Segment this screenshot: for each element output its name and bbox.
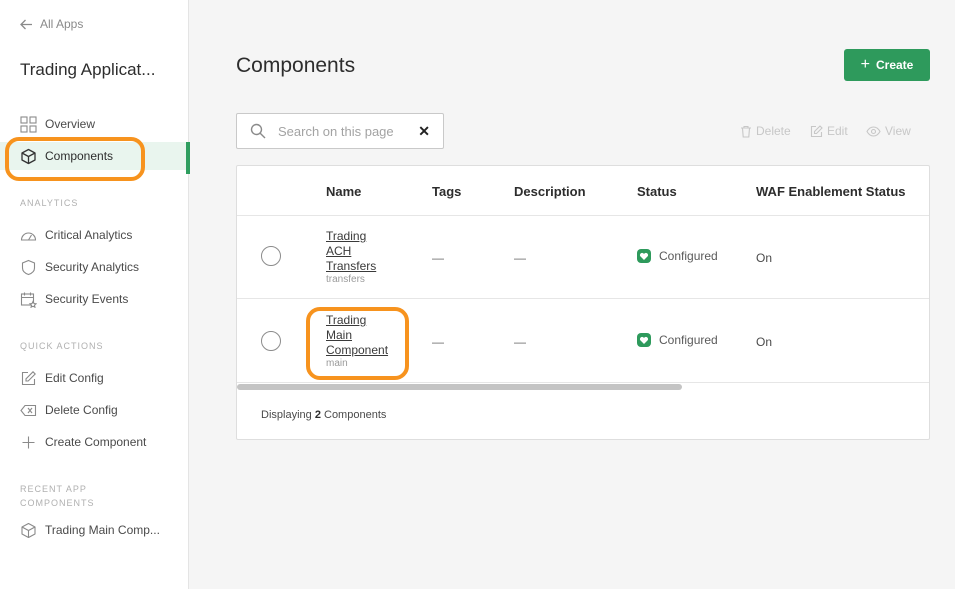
heart-shield-icon <box>637 333 651 347</box>
sidebar-item-label: Security Events <box>45 292 129 306</box>
shield-icon <box>21 259 36 275</box>
sidebar-item-label: Edit Config <box>45 371 104 385</box>
create-button-label: Create <box>875 58 914 72</box>
sidebar-item-security-events[interactable]: Security Events <box>0 285 189 313</box>
edit-action[interactable]: Edit <box>810 124 848 138</box>
plus-icon <box>22 436 35 448</box>
app-title: Trading Applicat... <box>20 60 156 79</box>
delete-action[interactable]: Delete <box>740 124 791 138</box>
clear-search-icon[interactable]: ✕ <box>418 123 430 140</box>
page-title: Components <box>236 54 356 77</box>
section-label-quick-actions: QUICK ACTIONS <box>20 341 104 351</box>
sidebar-item-components[interactable]: Components <box>0 142 190 174</box>
name-line: Main <box>326 328 353 342</box>
name-line: Trading <box>326 313 367 327</box>
plus-icon: + <box>860 56 870 73</box>
footer-suffix: Components <box>324 409 387 421</box>
sidebar-item-label: Delete Config <box>45 403 118 417</box>
name-line: Component <box>326 343 389 357</box>
edit-icon <box>21 370 36 385</box>
backspace-icon <box>20 404 37 416</box>
description-cell: — <box>514 335 526 349</box>
table-footer: Displaying 2 Components <box>261 409 386 421</box>
delete-label: Delete <box>756 124 791 138</box>
column-header-description[interactable]: Description <box>514 184 586 199</box>
section-label-recent-2: COMPONENTS <box>20 498 95 508</box>
waf-status-cell: On <box>756 335 773 349</box>
description-cell: — <box>514 251 526 265</box>
search-box: ✕ <box>236 113 444 149</box>
row-select-radio[interactable] <box>261 246 281 266</box>
footer-count: 2 <box>314 409 321 421</box>
status-cell: Configured <box>637 333 718 347</box>
status-label: Configured <box>659 249 718 263</box>
sidebar-item-delete-config[interactable]: Delete Config <box>0 396 189 424</box>
divider <box>237 382 929 383</box>
cube-icon <box>21 522 36 538</box>
column-header-name[interactable]: Name <box>326 184 361 199</box>
create-button[interactable]: + Create <box>844 49 930 81</box>
section-label-recent-1: RECENT APP <box>20 484 87 494</box>
eye-icon <box>866 125 881 137</box>
tags-cell: — <box>432 251 444 265</box>
waf-status-cell: On <box>756 251 773 265</box>
cube-icon <box>21 148 36 164</box>
component-name-link[interactable]: Trading ACH Transfers <box>326 229 396 274</box>
sidebar-item-label: Overview <box>45 117 96 131</box>
edit-icon <box>810 124 823 137</box>
component-slug: transfers <box>326 274 365 285</box>
status-label: Configured <box>659 333 718 347</box>
sidebar-item-recent-trading-main[interactable]: Trading Main Comp... <box>0 516 189 544</box>
tags-cell: — <box>432 335 444 349</box>
sidebar-item-label: Critical Analytics <box>45 228 133 242</box>
back-to-all-apps-link[interactable]: All Apps <box>20 17 83 31</box>
sidebar-item-label: Trading Main Comp... <box>45 523 160 537</box>
search-input[interactable] <box>278 123 418 139</box>
name-line: ACH <box>326 244 352 258</box>
heart-shield-icon <box>637 249 651 263</box>
search-icon <box>250 123 266 139</box>
footer-prefix: Displaying <box>261 409 312 421</box>
sidebar-item-edit-config[interactable]: Edit Config <box>0 364 189 392</box>
status-cell: Configured <box>637 249 718 263</box>
calendar-star-icon <box>20 292 37 308</box>
component-slug: main <box>326 358 348 369</box>
name-line: Trading <box>326 229 367 243</box>
sidebar-item-create-component[interactable]: Create Component <box>0 428 189 456</box>
row-select-radio[interactable] <box>261 331 281 351</box>
sidebar-item-label: Security Analytics <box>45 260 140 274</box>
trash-icon <box>741 125 751 138</box>
view-label: View <box>885 124 911 138</box>
divider <box>237 298 929 299</box>
horizontal-scrollbar[interactable] <box>237 384 682 390</box>
gauge-icon <box>20 231 37 241</box>
column-header-waf-status[interactable]: WAF Enablement Status <box>756 184 906 199</box>
view-action[interactable]: View <box>866 124 911 138</box>
sidebar-item-critical-analytics[interactable]: Critical Analytics <box>0 221 189 249</box>
components-table: Name Tags Description Status WAF Enablem… <box>236 165 930 440</box>
sidebar-item-label: Create Component <box>45 435 147 449</box>
section-label-analytics: ANALYTICS <box>20 198 79 208</box>
name-line: Transfers <box>326 259 377 273</box>
divider <box>237 215 929 216</box>
grid-icon <box>20 115 37 133</box>
sidebar-item-label: Components <box>45 149 114 163</box>
back-label: All Apps <box>40 17 84 31</box>
edit-label: Edit <box>827 124 848 138</box>
column-header-tags[interactable]: Tags <box>432 184 461 199</box>
arrow-left-icon <box>20 19 32 29</box>
sidebar-item-security-analytics[interactable]: Security Analytics <box>0 253 189 281</box>
column-header-status[interactable]: Status <box>637 184 677 199</box>
sidebar: All Apps Trading Applicat... Overview Co… <box>0 0 190 589</box>
sidebar-item-overview[interactable]: Overview <box>0 110 189 138</box>
component-name-link[interactable]: Trading Main Component <box>326 313 396 358</box>
